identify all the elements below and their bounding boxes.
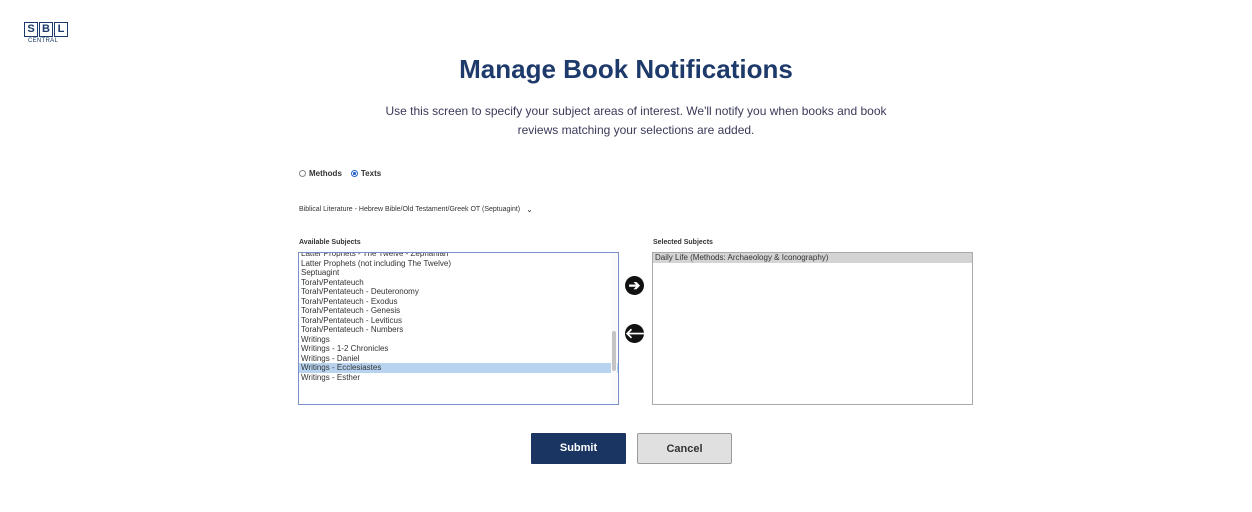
- available-subject-option[interactable]: Septuagint: [299, 268, 618, 278]
- methods-radio[interactable]: [299, 170, 306, 177]
- methods-radio-label[interactable]: Methods: [309, 169, 342, 178]
- available-subject-option[interactable]: Torah/Pentateuch - Numbers: [299, 325, 618, 335]
- category-select[interactable]: Biblical Literature - Hebrew Bible/Old T…: [299, 205, 533, 214]
- page: S B L CENTRAL Manage Book Notifications …: [0, 0, 1252, 512]
- logo-subtitle: CENTRAL: [28, 38, 59, 44]
- available-subject-option[interactable]: Latter Prophets (not including The Twelv…: [299, 259, 618, 269]
- texts-radio-label[interactable]: Texts: [361, 169, 381, 178]
- sbl-central-logo[interactable]: S B L CENTRAL: [24, 22, 68, 44]
- available-subject-option[interactable]: Torah/Pentateuch: [299, 278, 618, 288]
- remove-subject-button[interactable]: 🡐: [625, 324, 663, 343]
- available-subject-option[interactable]: Writings - Ecclesiastes: [299, 363, 618, 373]
- logo-letter-b: B: [39, 22, 53, 37]
- logo-letter-s: S: [24, 22, 38, 37]
- subject-type-radio-group: Methods Texts: [299, 169, 390, 178]
- intro-text: Use this screen to specify your subject …: [385, 104, 887, 137]
- selected-subjects-options: Daily Life (Methods: Archaeology & Icono…: [653, 253, 972, 263]
- logo-letters: S B L: [24, 22, 68, 37]
- available-subject-option[interactable]: Writings - 1-2 Chronicles: [299, 344, 618, 354]
- submit-button[interactable]: Submit: [531, 433, 626, 464]
- available-subject-option[interactable]: Writings: [299, 335, 618, 345]
- available-subjects-options: Latter Prophets - The Twelve - Zephaniah…: [299, 253, 618, 383]
- page-title: Manage Book Notifications: [459, 54, 793, 84]
- available-subject-option[interactable]: Writings - Daniel: [299, 354, 618, 364]
- selected-subjects-label: Selected Subjects: [653, 239, 713, 246]
- add-subject-button[interactable]: ➔: [625, 276, 644, 295]
- scrollbar-thumb[interactable]: [612, 331, 616, 371]
- available-subjects-label: Available Subjects: [299, 239, 361, 246]
- available-subject-option[interactable]: Torah/Pentateuch - Genesis: [299, 306, 618, 316]
- available-subject-option[interactable]: Torah/Pentateuch - Exodus: [299, 297, 618, 307]
- selected-subject-option[interactable]: Daily Life (Methods: Archaeology & Icono…: [653, 253, 972, 263]
- available-subject-option[interactable]: Torah/Pentateuch - Leviticus: [299, 316, 618, 326]
- logo-letter-l: L: [54, 22, 68, 37]
- chevron-down-icon: ⌄: [526, 205, 533, 214]
- texts-radio[interactable]: [350, 170, 358, 177]
- cancel-button[interactable]: Cancel: [637, 433, 732, 464]
- available-subjects-listbox[interactable]: Latter Prophets - The Twelve - Zephaniah…: [298, 252, 619, 405]
- arrow-right-icon: ➔: [628, 277, 641, 293]
- available-subjects-scrollbar[interactable]: [611, 253, 617, 404]
- selected-subjects-listbox[interactable]: Daily Life (Methods: Archaeology & Icono…: [652, 252, 973, 405]
- category-select-value: Biblical Literature - Hebrew Bible/Old T…: [299, 206, 521, 213]
- available-subject-option[interactable]: Writings - Esther: [299, 373, 618, 383]
- available-subject-option[interactable]: Torah/Pentateuch - Deuteronomy: [299, 287, 618, 297]
